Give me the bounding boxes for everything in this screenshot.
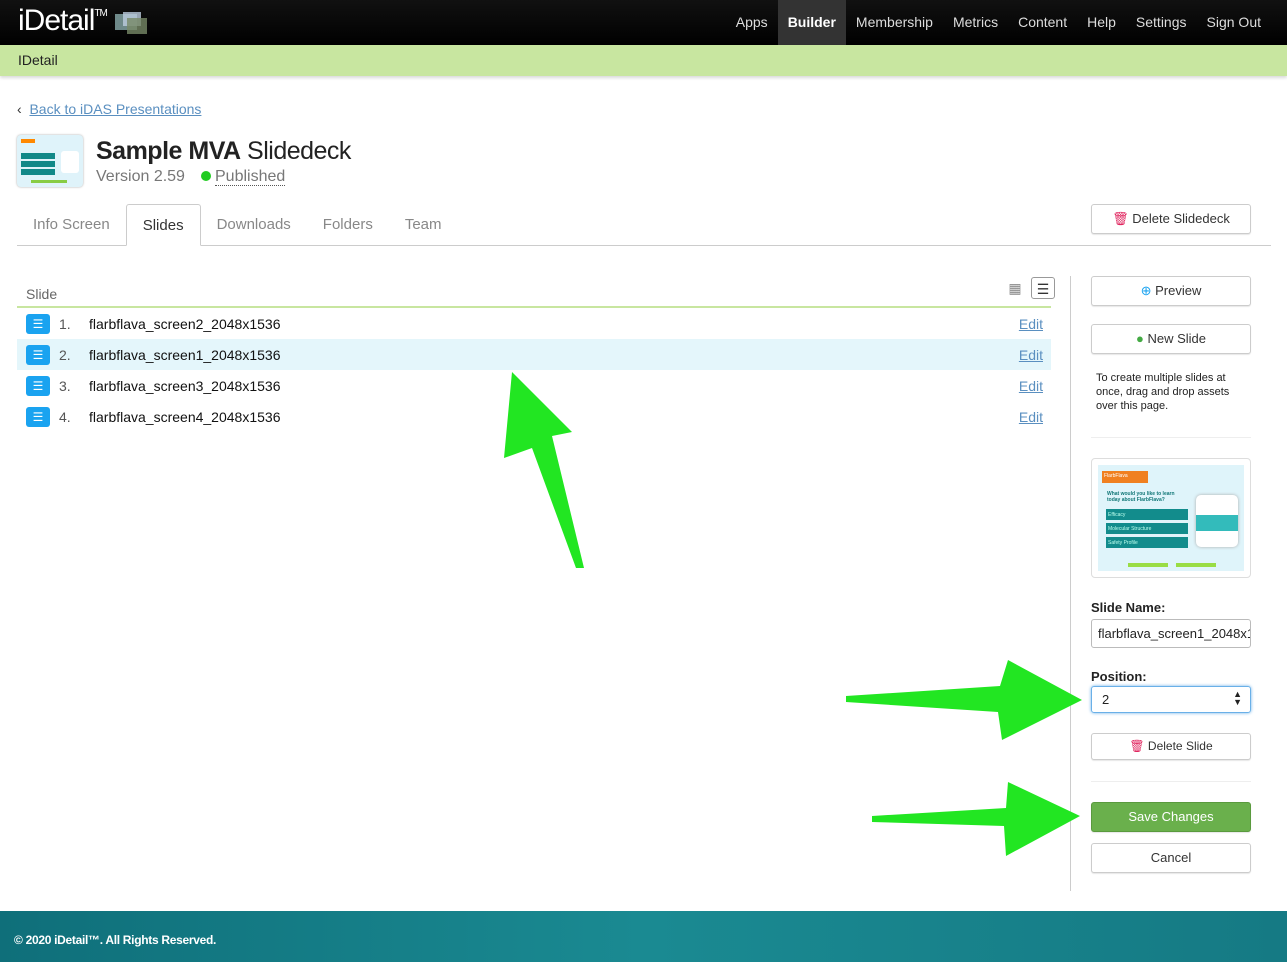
save-changes-button[interactable]: Save Changes bbox=[1091, 802, 1251, 832]
slide-name: flarbflava_screen4_2048x1536 bbox=[89, 408, 281, 425]
tab-slides[interactable]: Slides bbox=[125, 204, 201, 246]
slide-name-label: Slide Name: bbox=[1091, 600, 1166, 615]
drag-handle-icon[interactable]: ☰ bbox=[26, 375, 50, 396]
page-title: Sample MVA Slidedeck bbox=[96, 137, 351, 165]
nav-help[interactable]: Help bbox=[1077, 0, 1126, 45]
tab-downloads[interactable]: Downloads bbox=[201, 204, 307, 245]
slide-row[interactable]: ☰ 4. flarbflava_screen4_2048x1536 Edit bbox=[17, 401, 1051, 432]
nav-metrics[interactable]: Metrics bbox=[943, 0, 1008, 45]
tab-info-screen[interactable]: Info Screen bbox=[17, 204, 126, 245]
thumb-option: Safety Profile bbox=[1106, 537, 1188, 548]
slide-name: flarbflava_screen2_2048x1536 bbox=[89, 315, 281, 332]
annotation-arrow-position bbox=[846, 660, 1082, 740]
status-badge[interactable]: Published bbox=[201, 168, 286, 186]
nav-sign-out[interactable]: Sign Out bbox=[1197, 0, 1271, 45]
drag-handle-icon[interactable]: ☰ bbox=[26, 344, 50, 365]
nav-settings[interactable]: Settings bbox=[1126, 0, 1197, 45]
slide-column-header: Slide bbox=[17, 276, 1051, 308]
divider bbox=[1070, 276, 1071, 891]
slide-number: 3. bbox=[59, 377, 71, 394]
tab-folders[interactable]: Folders bbox=[307, 204, 389, 245]
slide-list: Slide ☰ 1. flarbflava_screen2_2048x1536 Edi… bbox=[17, 276, 1051, 432]
tab-team[interactable]: Team bbox=[389, 204, 458, 245]
nav-content[interactable]: Content bbox=[1008, 0, 1077, 45]
plus-circle-icon: ● bbox=[1135, 331, 1144, 346]
slide-name-input[interactable]: flarbflava_screen1_2048x1536 bbox=[1091, 619, 1251, 648]
tab-bar: Info Screen Slides Downloads Folders Team bbox=[17, 204, 1271, 246]
trash-icon: 🗑 bbox=[1112, 211, 1129, 226]
logo-mark-icon bbox=[115, 12, 147, 34]
trash-icon: 🗑 bbox=[1129, 739, 1145, 753]
slide-number: 2. bbox=[59, 346, 71, 363]
cancel-button[interactable]: Cancel bbox=[1091, 843, 1251, 873]
version-label: Version 2.59 bbox=[96, 168, 185, 185]
slide-row[interactable]: ☰ 2. flarbflava_screen1_2048x1536 Edit bbox=[17, 339, 1051, 370]
breadcrumb-bar: IDetail bbox=[0, 45, 1287, 76]
position-stepper[interactable]: 2 ▲ ▼ bbox=[1091, 686, 1251, 713]
drag-handle-icon[interactable]: ☰ bbox=[26, 313, 50, 334]
logo[interactable]: iDetailTM bbox=[18, 4, 108, 38]
delete-slide-button[interactable]: 🗑 Delete Slide bbox=[1091, 733, 1251, 760]
slide-number: 4. bbox=[59, 408, 71, 425]
list-view-icon[interactable]: ☰ bbox=[1031, 277, 1055, 299]
view-toggle: ▦ ☰ bbox=[1003, 277, 1055, 299]
slide-number: 1. bbox=[59, 315, 71, 332]
slide-preview-thumbnail: FlarbFlava What would you like to learn … bbox=[1091, 458, 1251, 578]
slide-name: flarbflava_screen1_2048x1536 bbox=[89, 346, 281, 363]
top-navbar: iDetailTM Apps Builder Membership Metrics Co… bbox=[0, 0, 1287, 45]
slide-name: flarbflava_screen3_2048x1536 bbox=[89, 377, 281, 394]
edit-link[interactable]: Edit bbox=[1019, 378, 1043, 394]
edit-link[interactable]: Edit bbox=[1019, 316, 1043, 332]
zoom-icon: ⊕ bbox=[1140, 283, 1152, 298]
slide-row[interactable]: ☰ 1. flarbflava_screen2_2048x1536 Edit bbox=[17, 308, 1051, 339]
drag-drop-help: To create multiple slides at once, drag … bbox=[1096, 372, 1230, 412]
new-slide-button[interactable]: ● New Slide bbox=[1091, 324, 1251, 354]
nav-apps[interactable]: Apps bbox=[726, 0, 778, 45]
divider bbox=[1091, 781, 1251, 782]
back-link-wrap: ‹ Back to iDAS Presentations bbox=[17, 101, 202, 117]
nav-membership[interactable]: Membership bbox=[846, 0, 943, 45]
annotation-arrow-save bbox=[872, 782, 1080, 856]
preview-button[interactable]: ⊕ Preview bbox=[1091, 276, 1251, 306]
back-link[interactable]: Back to iDAS Presentations bbox=[29, 101, 201, 117]
status-dot-icon bbox=[201, 171, 211, 181]
footer: © 2020 iDetail™. All Rights Reserved. bbox=[0, 911, 1287, 962]
edit-link[interactable]: Edit bbox=[1019, 347, 1043, 363]
grid-view-icon[interactable]: ▦ bbox=[1003, 277, 1027, 299]
position-label: Position: bbox=[1091, 669, 1147, 684]
thumb-option: Molecular Structure bbox=[1106, 523, 1188, 534]
stepper-arrows-icon[interactable]: ▲ ▼ bbox=[1233, 690, 1242, 707]
delete-slidedeck-button[interactable]: 🗑 Delete Slidedeck bbox=[1091, 204, 1251, 234]
nav-builder[interactable]: Builder bbox=[777, 0, 846, 45]
edit-link[interactable]: Edit bbox=[1019, 409, 1043, 425]
thumb-option: Efficacy bbox=[1106, 509, 1188, 520]
slide-row[interactable]: ☰ 3. flarbflava_screen3_2048x1536 Edit bbox=[17, 370, 1051, 401]
deck-thumbnail bbox=[17, 135, 83, 187]
divider bbox=[1091, 437, 1251, 438]
drag-handle-icon[interactable]: ☰ bbox=[26, 406, 50, 427]
